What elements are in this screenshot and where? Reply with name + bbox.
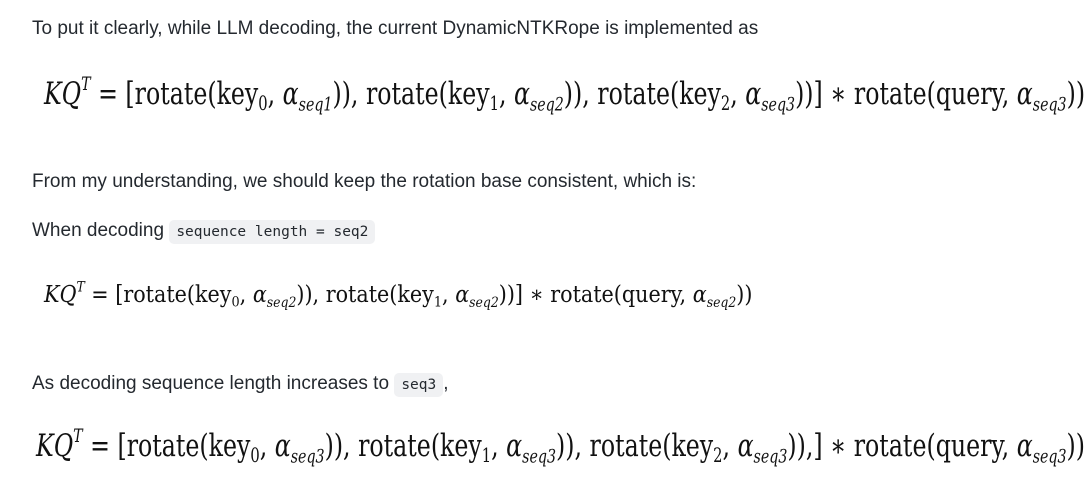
eq3-term2-sep: , <box>722 428 738 464</box>
eq1-term2-close: ))] <box>795 76 823 112</box>
eq2-lhs-q: Q <box>59 282 77 308</box>
eq3-term2-fn: rotate(key <box>581 428 714 464</box>
eq3-query-fn: rotate(query, <box>853 428 1017 464</box>
eq3-term0-alpha: α <box>274 428 291 464</box>
eq1-term0-sep: , <box>267 76 283 112</box>
eq3-term2-close: )),] <box>787 428 823 464</box>
eq3-multiply: ∗ <box>822 428 854 464</box>
eq1-term2-index: 2 <box>720 91 731 115</box>
eq1-term1-fn: rotate(key <box>358 76 490 112</box>
eq3-query-close: )) <box>1066 428 1085 464</box>
intro-text: To put it clearly, while LLM decoding, t… <box>32 18 759 39</box>
eq3-lhs-t: T <box>73 426 83 448</box>
eq3-term2-index: 2 <box>713 443 723 467</box>
eq2-equals: = <box>84 282 116 308</box>
eq2-term0-sep: , <box>239 282 253 308</box>
eq1-term2-sub: seq3 <box>761 94 796 116</box>
eq1-query-fn: rotate(query, <box>853 76 1017 112</box>
eq1-query-sub: seq3 <box>1032 94 1067 116</box>
eq2-term1-sub: seq2 <box>469 294 499 311</box>
eq2-term1-index: 1 <box>433 294 443 311</box>
eq1-query-close: )) <box>1066 76 1086 112</box>
eq3-term0-index: 0 <box>250 443 260 467</box>
eq2-term0-fn: rotate(key <box>123 282 232 308</box>
eq3-term0-close: )), <box>324 428 351 464</box>
eq3-term1-sub: seq3 <box>522 446 556 468</box>
eq1-term0-fn: rotate(key <box>134 76 259 112</box>
eq2-query-fn: rotate(query, <box>550 282 693 308</box>
eq3-term2-alpha: α <box>737 428 754 464</box>
eq2-term1-fn: rotate(key <box>319 282 434 308</box>
eq1-lhs-t: T <box>81 74 91 96</box>
eq2-term1-sep: , <box>442 282 456 308</box>
eq3-term0-sub: seq3 <box>290 446 325 468</box>
eq2-lhs-k: K <box>44 282 60 308</box>
eq2-term1-alpha: α <box>455 282 470 308</box>
eq1-query-alpha: α <box>1016 76 1033 112</box>
eq1-term0-alpha: α <box>282 76 299 112</box>
eq1-equals: = <box>90 76 126 112</box>
understanding-paragraph: From my understanding, we should keep th… <box>32 170 696 194</box>
as-decoding-paragraph: As decoding sequence length increases to… <box>32 372 449 397</box>
understanding-text: From my understanding, we should keep th… <box>32 171 697 192</box>
eq3-lhs-k: K <box>36 428 54 464</box>
eq2-query-alpha: α <box>692 282 707 308</box>
eq1-lhs-q: Q <box>61 76 82 112</box>
eq3-term1-alpha: α <box>506 428 523 464</box>
intro-paragraph: To put it clearly, while LLM decoding, t… <box>32 17 758 41</box>
eq3-term1-index: 1 <box>481 443 492 467</box>
when-decoding-text: When decoding <box>32 220 165 241</box>
eq1-term1-sub: seq2 <box>529 94 564 116</box>
eq1-term1-close: )), <box>563 76 590 112</box>
eq3-lhs-q: Q <box>53 428 74 464</box>
eq3-equals: = <box>82 428 118 464</box>
eq1-term1-sep: , <box>498 76 514 112</box>
eq1-term0-close: )), <box>332 76 359 112</box>
equation-seq2: KQT = [rotate(key0, αseq2)), rotate(key1… <box>44 279 753 311</box>
eq3-term1-sep: , <box>491 428 507 464</box>
eq3-term0-fn: rotate(key <box>126 428 251 464</box>
equation-seq3: KQT = [rotate(key0, αseq3)), rotate(key1… <box>36 426 1085 467</box>
eq2-lhs-t: T <box>76 279 85 296</box>
eq3-open-bracket: [ <box>117 428 127 464</box>
eq1-multiply: ∗ <box>822 76 854 112</box>
eq2-term0-close: )), <box>296 282 320 308</box>
eq1-term1-alpha: α <box>513 76 530 112</box>
eq3-term0-sep: , <box>259 428 275 464</box>
eq3-query-alpha: α <box>1016 428 1033 464</box>
equation-current-implementation: KQT = [rotate(key0, αseq1)), rotate(key1… <box>44 74 1086 115</box>
eq1-open-bracket: [ <box>125 76 135 112</box>
eq1-lhs-k: K <box>44 76 62 112</box>
as-decoding-text: As decoding sequence length increases to <box>32 373 390 394</box>
eq1-term0-sub: seq1 <box>298 94 333 116</box>
eq2-query-close: )) <box>736 282 753 308</box>
eq3-term1-close: )), <box>555 428 582 464</box>
eq2-query-sub: seq2 <box>706 294 737 311</box>
when-decoding-paragraph: When decoding sequence length = seq2 <box>32 219 376 244</box>
eq3-term1-fn: rotate(key <box>350 428 482 464</box>
eq1-term2-sep: , <box>730 76 746 112</box>
eq2-multiply: ∗ <box>522 282 551 308</box>
eq1-term2-fn: rotate(key <box>589 76 721 112</box>
eq2-open-bracket: [ <box>115 282 124 308</box>
eq2-term1-close: ))] <box>498 282 523 308</box>
seq3-code: seq3 <box>394 373 444 397</box>
sequence-length-code: sequence length = seq2 <box>169 220 376 244</box>
eq3-query-sub: seq3 <box>1032 446 1067 468</box>
eq1-term1-index: 1 <box>489 91 499 115</box>
eq1-term2-alpha: α <box>745 76 762 112</box>
eq2-term0-sub: seq2 <box>266 294 297 311</box>
eq1-term0-index: 0 <box>258 91 268 115</box>
as-decoding-suffix: , <box>443 373 449 394</box>
eq3-term2-sub: seq3 <box>753 446 788 468</box>
eq2-term0-alpha: α <box>252 282 267 308</box>
